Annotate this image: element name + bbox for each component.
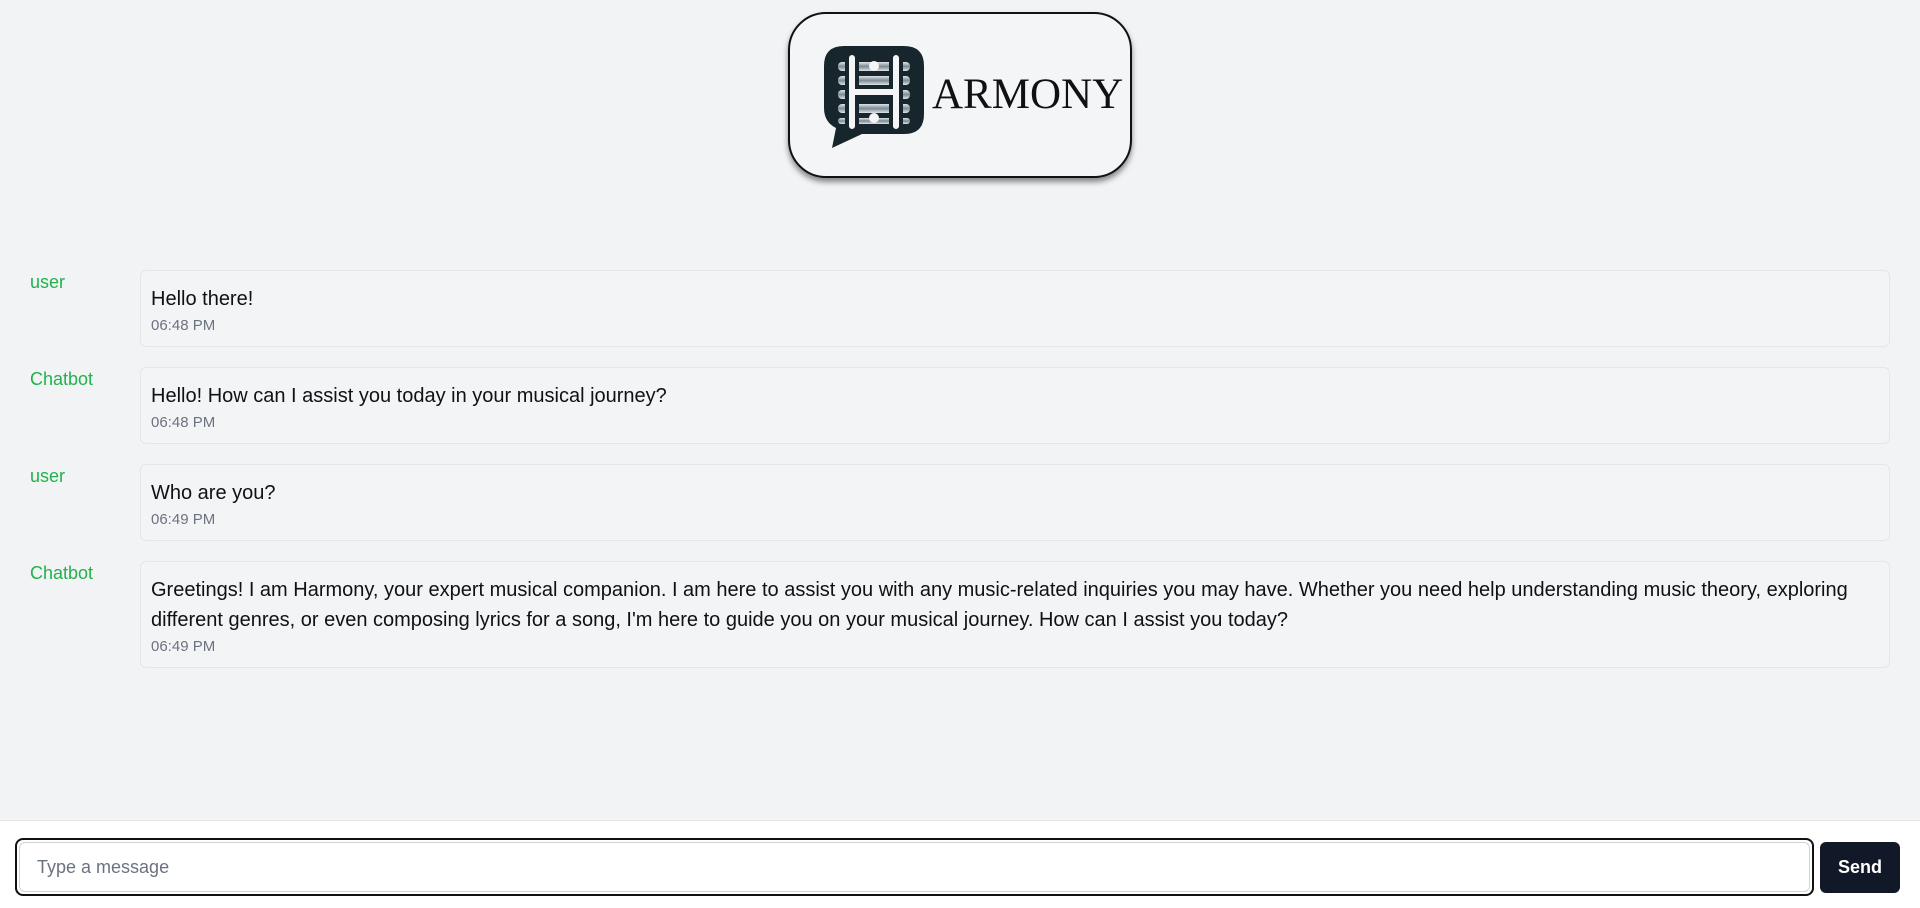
message-sender: Chatbot	[30, 369, 94, 389]
message-sender: user	[30, 466, 66, 486]
message-text: Hello there!	[151, 288, 254, 310]
message-bubble: Who are you? 06:49 PM	[140, 464, 1890, 541]
message-item: Chatbot Hello! How can I assist you toda…	[0, 367, 1920, 444]
harmony-logo: ARMONY	[788, 12, 1132, 178]
message-timestamp: 06:49 PM	[151, 638, 216, 655]
message-text: Hello! How can I assist you today in you…	[151, 385, 667, 407]
message-timestamp: 06:49 PM	[151, 511, 216, 528]
message-bubble: Greetings! I am Harmony, your expert mus…	[140, 561, 1890, 668]
send-button[interactable]: Send	[1820, 842, 1900, 893]
message-bubble: Hello! How can I assist you today in you…	[140, 367, 1890, 444]
message-sender: user	[30, 272, 66, 292]
message-composer: Send	[0, 820, 1920, 908]
message-input[interactable]	[19, 842, 1810, 892]
message-text: Greetings! I am Harmony, your expert mus…	[151, 579, 1848, 631]
message-timestamp: 06:48 PM	[151, 414, 216, 431]
message-bubble: Hello there! 06:48 PM	[140, 270, 1890, 347]
message-timestamp: 06:48 PM	[151, 317, 216, 334]
message-item: Chatbot Greetings! I am Harmony, your ex…	[0, 561, 1920, 668]
message-sender: Chatbot	[30, 563, 94, 583]
message-list: user Hello there! 06:48 PM Chatbot Hello…	[0, 270, 1920, 688]
message-input-wrapper	[15, 838, 1814, 896]
message-text: Who are you?	[151, 482, 276, 504]
harmony-logo-icon	[824, 46, 924, 148]
message-item: user Who are you? 06:49 PM	[0, 464, 1920, 541]
logo-wordmark: ARMONY	[932, 71, 1124, 118]
chat-page: ARMONY user Hello there! 06:48 PM Chatbo…	[0, 0, 1920, 908]
message-item: user Hello there! 06:48 PM	[0, 270, 1920, 347]
